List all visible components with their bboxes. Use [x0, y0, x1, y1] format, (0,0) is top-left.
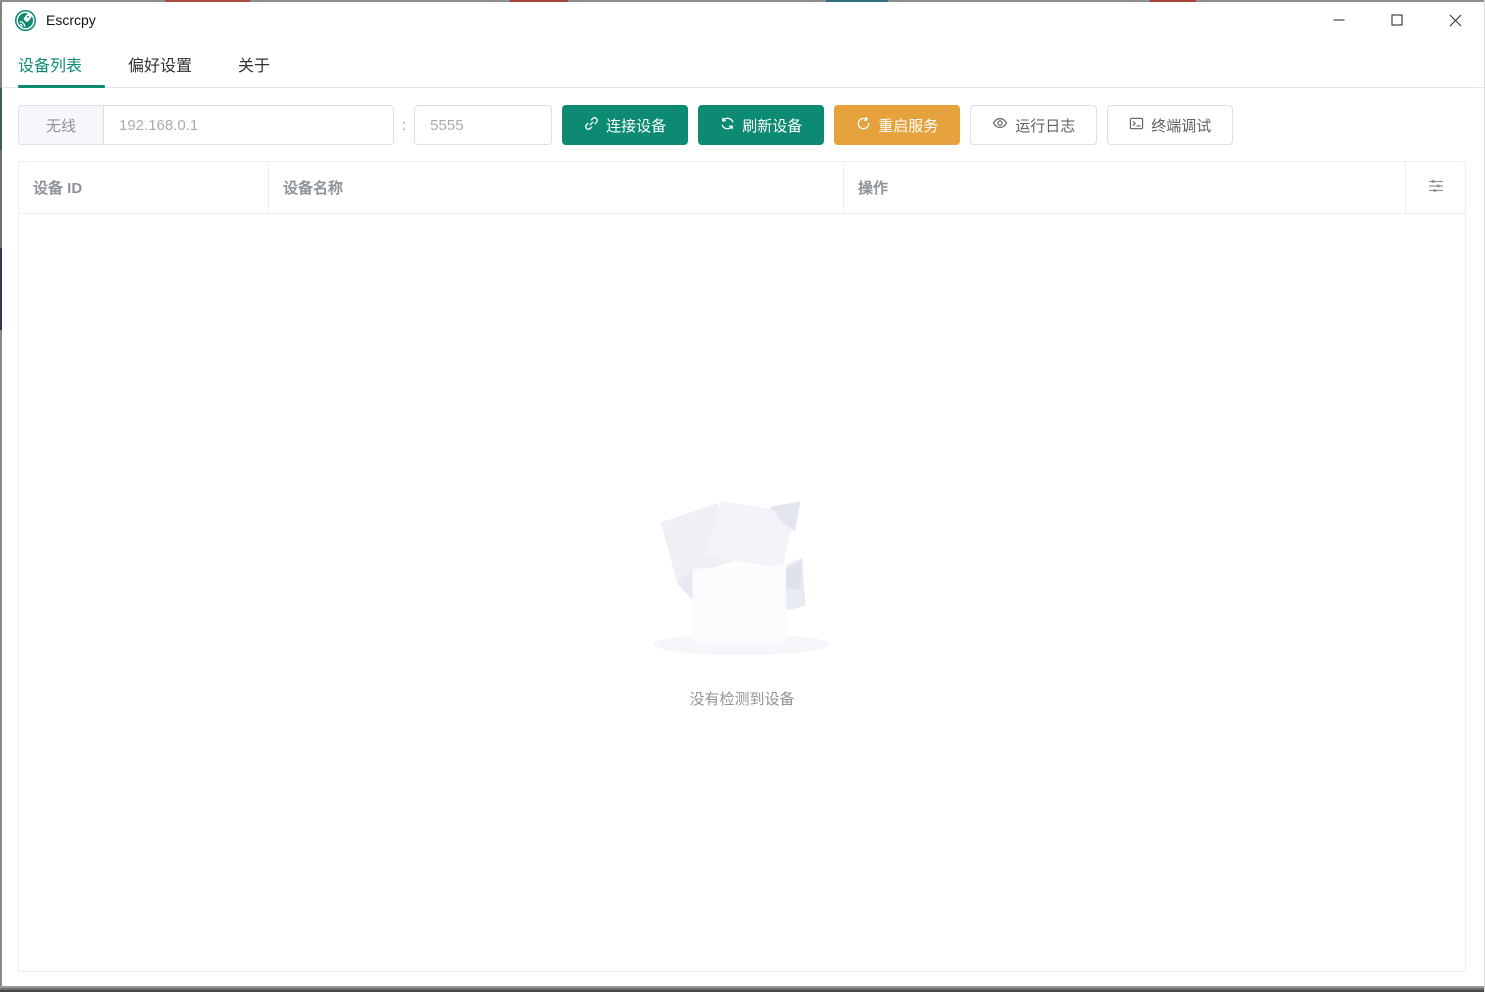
close-icon: [1449, 14, 1462, 27]
run-log-label: 运行日志: [1015, 115, 1075, 136]
device-table-body: 没有检测到设备: [19, 214, 1465, 971]
view-icon: [992, 115, 1008, 135]
connection-toolbar: 无线 : 连接设备: [0, 105, 1484, 145]
empty-box-illustration: [636, 476, 848, 666]
restart-service-button[interactable]: 重启服务: [834, 105, 960, 145]
port-box: [414, 105, 552, 145]
escrcpy-window: Escrcpy 设备列表 偏好设置 关于 无线 :: [0, 0, 1485, 992]
device-table-header: 设备 ID 设备名称 操作: [19, 162, 1465, 214]
empty-state: 没有检测到设备: [636, 476, 848, 709]
wireless-address-group: 无线: [18, 105, 394, 145]
refresh-icon: [720, 116, 735, 135]
tab-about[interactable]: 关于: [215, 40, 293, 87]
minimize-icon: [1333, 14, 1345, 26]
main-tabs: 设备列表 偏好设置 关于: [0, 40, 1484, 88]
refresh-device-label: 刷新设备: [742, 115, 802, 136]
column-header-device-id: 设备 ID: [19, 162, 269, 213]
restart-icon: [856, 116, 871, 135]
tab-preferences-label: 偏好设置: [128, 52, 192, 76]
close-button[interactable]: [1426, 0, 1484, 40]
app-logo-icon: [14, 9, 37, 32]
background-window-edge-top: [0, 0, 1484, 2]
background-window-edge-bottom: [0, 986, 1484, 992]
tab-device-list[interactable]: 设备列表: [18, 40, 105, 87]
sliders-icon: [1428, 178, 1444, 198]
ip-address-input[interactable]: [104, 106, 393, 144]
connect-device-label: 连接设备: [606, 115, 666, 136]
connect-device-button[interactable]: 连接设备: [562, 105, 688, 145]
terminal-debug-button[interactable]: 终端调试: [1107, 105, 1233, 145]
titlebar: Escrcpy: [0, 0, 1484, 40]
run-log-button[interactable]: 运行日志: [970, 105, 1097, 145]
window-controls: [1310, 0, 1484, 40]
device-table: 设备 ID 设备名称 操作: [18, 161, 1466, 972]
tab-about-label: 关于: [238, 52, 270, 76]
restart-service-label: 重启服务: [878, 115, 938, 136]
tab-preferences[interactable]: 偏好设置: [105, 40, 215, 87]
ip-port-separator: :: [402, 117, 406, 134]
maximize-button[interactable]: [1368, 0, 1426, 40]
link-icon: [584, 116, 599, 135]
refresh-device-button[interactable]: 刷新设备: [698, 105, 824, 145]
terminal-icon: [1129, 116, 1144, 135]
column-header-actions: 操作: [844, 162, 1406, 213]
background-window-edge-left: [0, 0, 2, 992]
window-title: Escrcpy: [46, 12, 96, 28]
tab-device-list-label: 设备列表: [18, 52, 82, 76]
column-settings-button[interactable]: [1406, 162, 1465, 213]
empty-state-text: 没有检测到设备: [689, 688, 794, 709]
minimize-button[interactable]: [1310, 0, 1368, 40]
terminal-debug-label: 终端调试: [1151, 115, 1211, 136]
wireless-label: 无线: [19, 106, 104, 144]
maximize-icon: [1391, 14, 1403, 26]
column-header-device-name: 设备名称: [269, 162, 844, 213]
port-input[interactable]: [415, 106, 551, 144]
